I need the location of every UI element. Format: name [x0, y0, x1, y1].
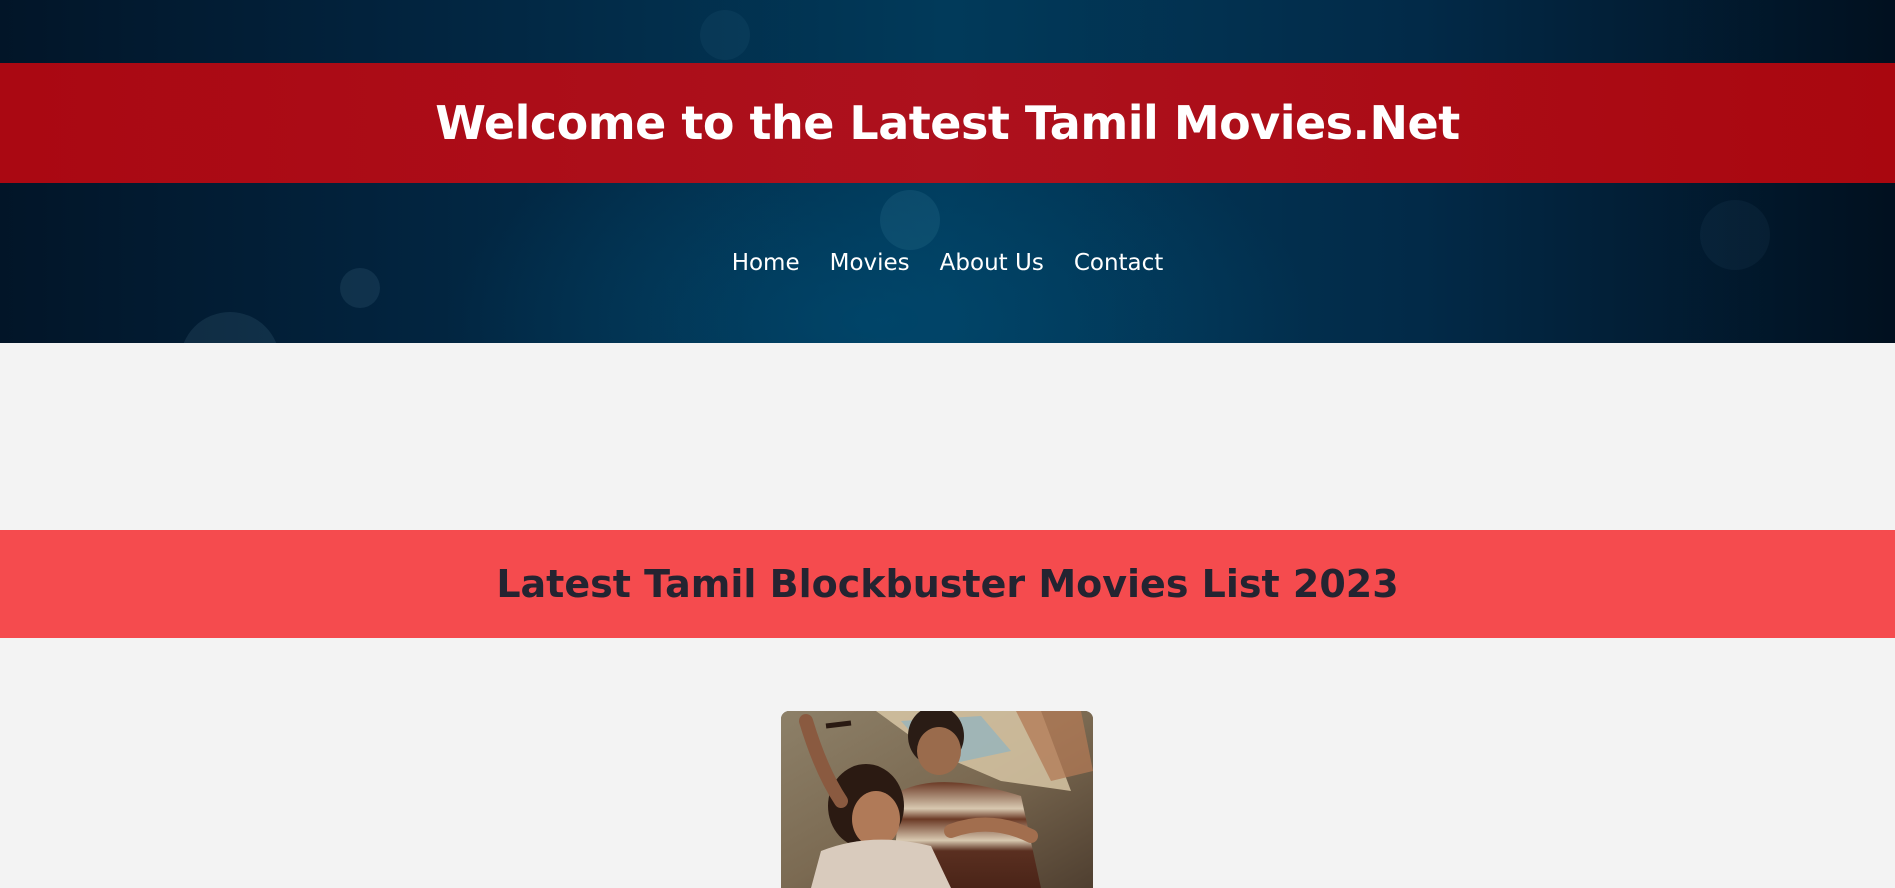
- nav-about-us[interactable]: About Us: [940, 245, 1044, 281]
- bokeh-light: [700, 10, 750, 60]
- nav-contact[interactable]: Contact: [1074, 245, 1163, 281]
- movie-poster-image: [781, 711, 1093, 888]
- title-band: Welcome to the Latest Tamil Movies.Net: [0, 63, 1895, 183]
- section-title: Latest Tamil Blockbuster Movies List 202…: [496, 562, 1399, 606]
- bokeh-light: [880, 190, 940, 250]
- nav-movies[interactable]: Movies: [830, 245, 910, 281]
- section-header: Latest Tamil Blockbuster Movies List 202…: [0, 530, 1895, 638]
- main-nav: Home Movies About Us Contact: [0, 245, 1895, 281]
- hero-banner: Welcome to the Latest Tamil Movies.Net H…: [0, 0, 1895, 343]
- nav-home[interactable]: Home: [732, 245, 800, 281]
- bokeh-light: [180, 312, 280, 343]
- movie-poster[interactable]: [781, 711, 1093, 888]
- site-title: Welcome to the Latest Tamil Movies.Net: [435, 96, 1460, 150]
